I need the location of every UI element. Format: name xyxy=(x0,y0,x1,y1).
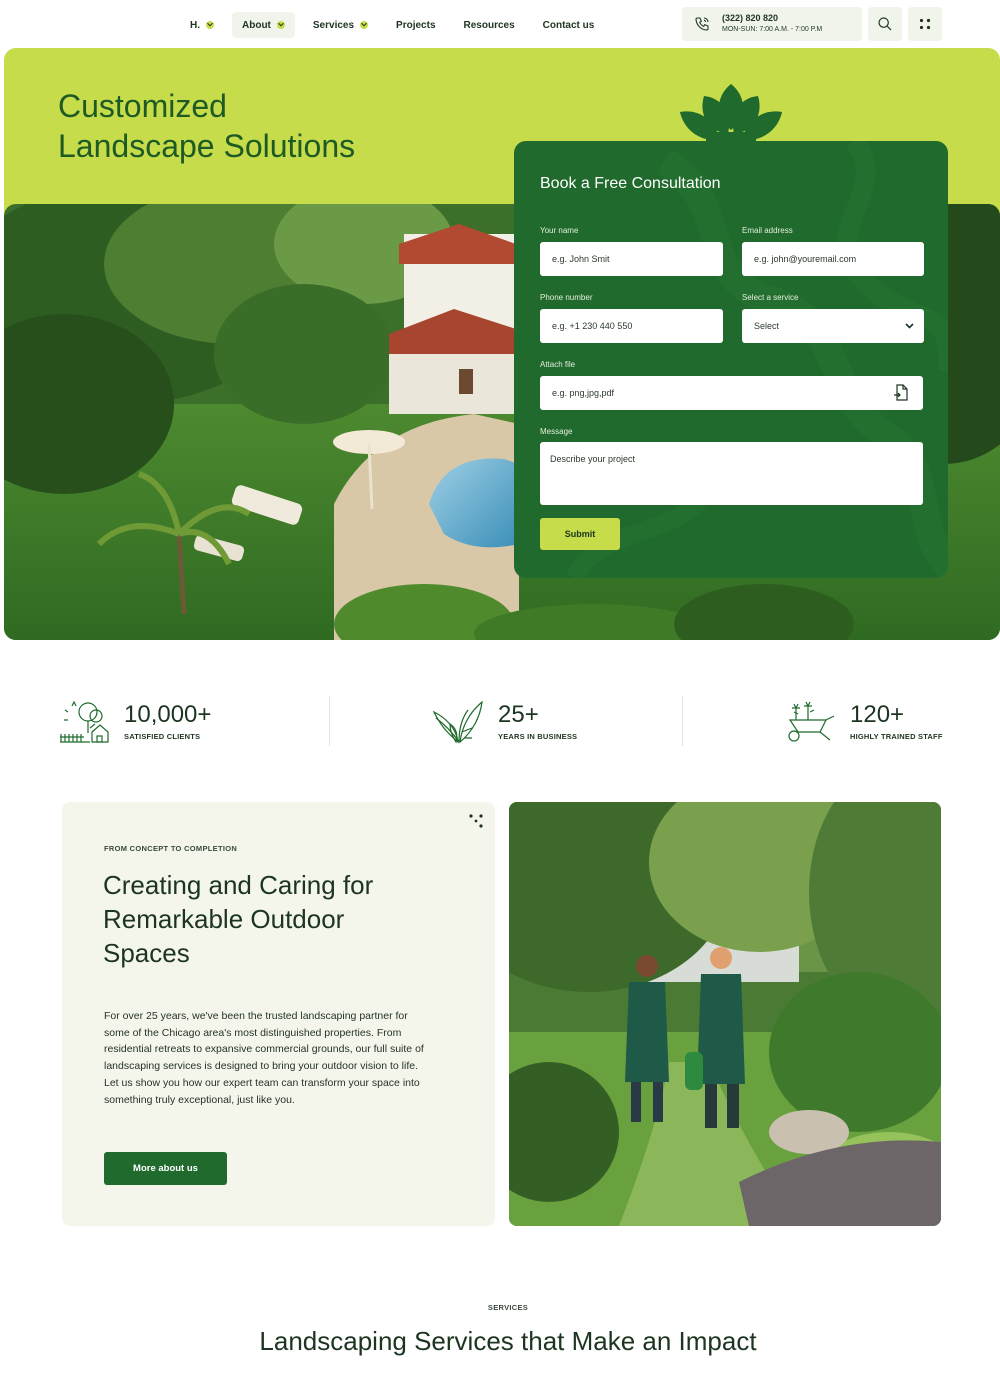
more-about-us-button[interactable]: More about us xyxy=(104,1152,227,1185)
house-tree-icon xyxy=(60,700,109,743)
nav-item-projects[interactable]: Projects xyxy=(386,12,445,38)
services-title: Landscaping Services that Make an Impact xyxy=(259,1326,757,1356)
services-eyebrow: SERVICES xyxy=(487,1303,529,1312)
nav-item-contact[interactable]: Contact us xyxy=(533,12,605,38)
file-input[interactable]: e.g. png,jpg,pdf xyxy=(540,376,923,410)
leaf-crown-icon xyxy=(680,84,782,146)
contact-info[interactable]: (322) 820 820 MON-SUN: 7:00 A.M. - 7:00 … xyxy=(682,7,862,41)
service-label: Select a service xyxy=(742,293,799,302)
service-select[interactable]: Select xyxy=(742,309,924,343)
form-pattern-decoration xyxy=(566,141,948,578)
nav-item-label: Projects xyxy=(396,19,436,31)
chevron-down-icon xyxy=(276,21,285,29)
file-input-placeholder: e.g. png,jpg,pdf xyxy=(552,388,615,398)
chevron-down-icon xyxy=(905,323,914,329)
nav-item-resources[interactable]: Resources xyxy=(454,12,525,38)
form-title: Book a Free Consultation xyxy=(540,175,721,192)
nav-item-services[interactable]: Services xyxy=(303,12,378,38)
phone-number: (322) 820 820 xyxy=(722,13,779,23)
name-label: Your name xyxy=(540,226,579,235)
nav-item-home[interactable]: H. xyxy=(180,12,224,38)
gardeners-photo xyxy=(509,802,941,1226)
hero-title-line-1: Customized xyxy=(58,88,227,124)
nav-links: H. About Services Projects Resources Con… xyxy=(180,12,604,38)
decorative-dots-icon xyxy=(469,814,483,828)
search-button[interactable] xyxy=(868,7,902,41)
message-label: Message xyxy=(540,427,573,436)
phone-label: Phone number xyxy=(540,293,593,302)
opening-hours: MON-SUN: 7:00 A.M. - 7:00 P.M xyxy=(722,26,823,33)
menu-button[interactable] xyxy=(908,7,942,41)
about-eyebrow: FROM CONCEPT TO COMPLETION xyxy=(104,844,238,853)
phone-icon xyxy=(695,17,709,31)
nav-item-label: Contact us xyxy=(542,19,595,31)
phone-input[interactable]: e.g. +1 230 440 550 xyxy=(540,309,723,343)
search-icon xyxy=(878,17,892,31)
email-label: Email address xyxy=(742,226,793,235)
chevron-down-icon xyxy=(206,21,214,29)
hero-title-line-2: Landscape Solutions xyxy=(58,128,356,164)
stat-label: YEARS IN BUSINESS xyxy=(498,731,578,741)
plant-leaves-icon xyxy=(432,700,483,744)
stat-label: HIGHLY TRAINED STAFF xyxy=(850,731,943,741)
email-input[interactable]: e.g. john@youremail.com xyxy=(742,242,924,276)
nav-item-label: H. xyxy=(190,19,200,31)
stat-value: 25+ xyxy=(498,700,539,728)
nav-item-label: Services xyxy=(312,19,355,31)
top-navigation: H. About Services Projects Resources Con… xyxy=(0,0,1000,48)
stat-value: 10,000+ xyxy=(124,700,212,728)
about-description: For over 25 years, we've been the truste… xyxy=(104,1010,424,1106)
stat-label: SATISFIED CLIENTS xyxy=(124,731,201,741)
about-title: Creating and Caring for Remarkable Outdo… xyxy=(103,870,374,968)
nav-item-label: About xyxy=(242,19,271,31)
stat-trained-staff: 120+ HIGHLY TRAINED STAFF xyxy=(784,696,943,746)
submit-button[interactable]: Submit xyxy=(540,518,620,550)
stat-value: 120+ xyxy=(850,700,905,728)
attach-file-icon[interactable] xyxy=(893,384,909,402)
stat-years-in-business: 25+ YEARS IN BUSINESS xyxy=(432,696,577,746)
wheelbarrow-icon xyxy=(788,701,835,742)
stat-satisfied-clients: 10,000+ SATISFIED CLIENTS xyxy=(58,696,211,746)
consultation-form: Book a Free Consultation Your name e.g. … xyxy=(514,141,948,578)
grid-menu-icon xyxy=(919,18,931,30)
stat-divider xyxy=(682,696,683,746)
chevron-down-icon xyxy=(360,21,369,29)
message-textarea[interactable]: Describe your project xyxy=(540,442,923,505)
contact-text: (322) 820 820 MON-SUN: 7:00 A.M. - 7:00 … xyxy=(722,12,822,36)
nav-item-label: Resources xyxy=(463,19,515,31)
about-card: FROM CONCEPT TO COMPLETION Creating and … xyxy=(62,802,495,1226)
name-input[interactable]: e.g. John Smit xyxy=(540,242,723,276)
service-select-value: Select xyxy=(754,321,780,331)
hero-title: Customized Landscape Solutions xyxy=(58,86,355,166)
nav-item-about[interactable]: About xyxy=(232,12,295,38)
file-label: Attach file xyxy=(540,360,576,369)
stat-divider xyxy=(329,696,330,746)
